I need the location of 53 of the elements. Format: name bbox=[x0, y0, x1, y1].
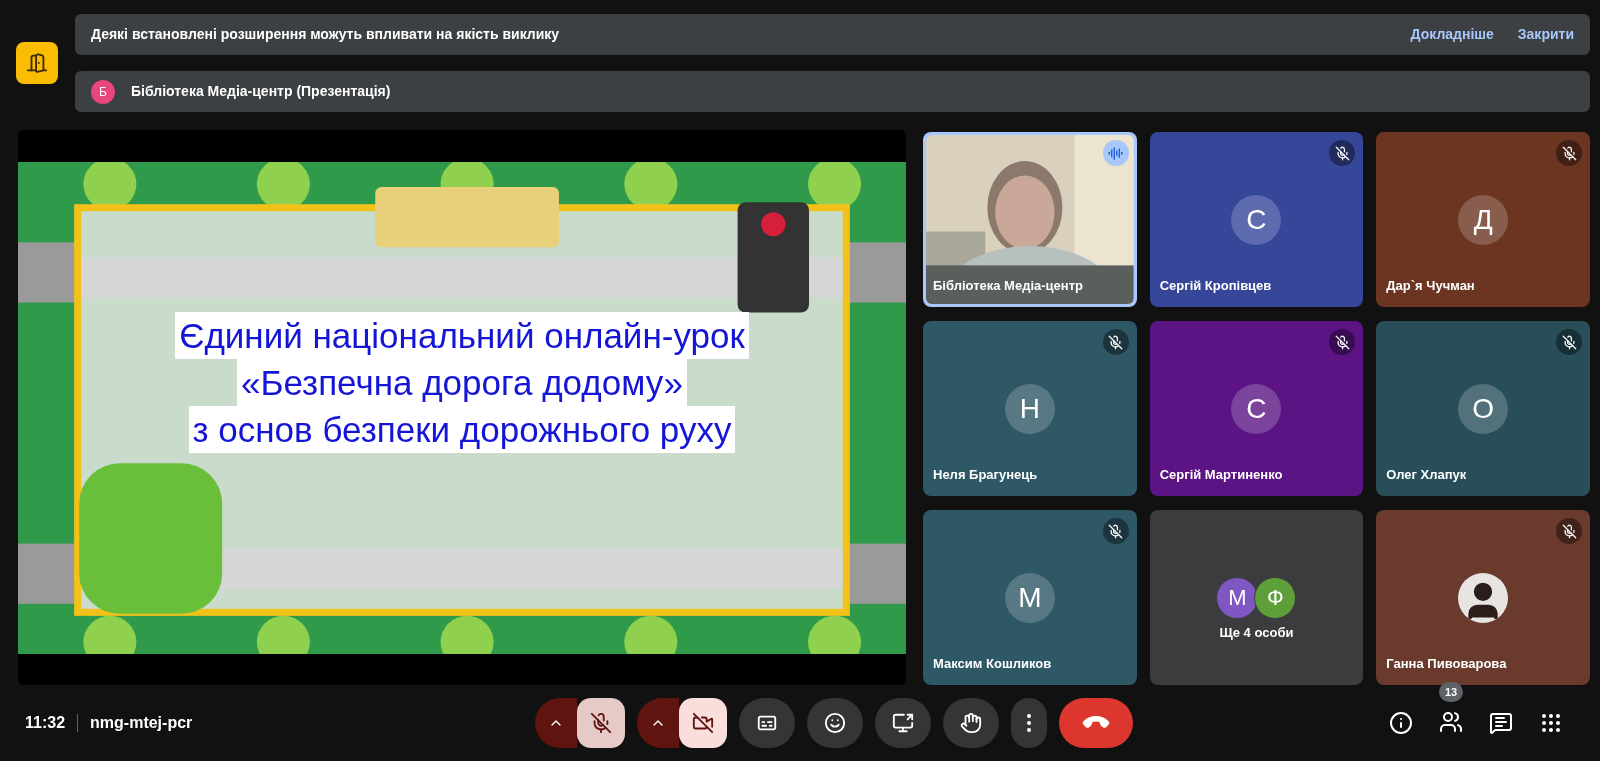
screen-share-icon bbox=[892, 712, 914, 734]
more-participants-label: Ще 4 особи bbox=[1219, 623, 1294, 642]
meeting-time: 11:32 bbox=[25, 713, 66, 733]
more-options-button[interactable] bbox=[1011, 698, 1047, 748]
presenter-avatar: Б bbox=[91, 79, 115, 104]
present-screen-button[interactable] bbox=[875, 698, 931, 748]
avatar-initial: Ф bbox=[1254, 576, 1297, 619]
participant-name: Сергій Кропівцев bbox=[1159, 276, 1272, 295]
door-icon[interactable] bbox=[16, 42, 58, 84]
camera-off-icon bbox=[692, 712, 714, 734]
raise-hand-button[interactable] bbox=[943, 698, 999, 748]
more-participants-tile[interactable]: М Ф Ще 4 особи bbox=[1149, 510, 1364, 685]
meeting-code: nmg-mtej-pcr bbox=[90, 713, 193, 733]
muted-mic-glyph bbox=[1561, 523, 1577, 539]
muted-mic-glyph bbox=[1108, 523, 1124, 539]
apps-grid-icon bbox=[1539, 711, 1563, 735]
notice-action-link[interactable]: Докладніше bbox=[1410, 24, 1494, 45]
participant-name: Дар`я Чучман bbox=[1386, 276, 1475, 295]
microphone-toggle-button[interactable] bbox=[577, 698, 625, 748]
participant-name: Ганна Пивоварова bbox=[1386, 654, 1507, 673]
muted-microphone-icon bbox=[590, 712, 612, 734]
people-icon bbox=[1439, 710, 1463, 734]
participant-count-badge: 13 bbox=[1438, 682, 1464, 702]
hand-icon bbox=[960, 712, 982, 734]
camera-toggle-button[interactable] bbox=[679, 698, 727, 748]
avatar-initial: С bbox=[1231, 383, 1282, 434]
muted-mic-glyph bbox=[1561, 145, 1577, 161]
avatar-initial: Н bbox=[1004, 383, 1055, 434]
presenter-text: Бібліотека Медіа-центр (Презентація) bbox=[131, 82, 391, 101]
door-glyph bbox=[26, 52, 48, 74]
muted-mic-glyph bbox=[1561, 334, 1577, 350]
participant-name: Олег Хлапук bbox=[1386, 465, 1467, 484]
avatar-initial: Д bbox=[1458, 194, 1509, 245]
participant-name: Бібліотека Медіа-центр bbox=[933, 276, 1083, 295]
muted-mic-glyph bbox=[1108, 334, 1124, 350]
muted-mic-glyph bbox=[1334, 145, 1350, 161]
notice-text: Деякі встановлені розширення можуть впливати на якість виклику bbox=[91, 25, 561, 44]
emoji-button[interactable] bbox=[807, 698, 863, 748]
chat-icon bbox=[1489, 711, 1513, 735]
avatar-initial: М bbox=[1004, 572, 1055, 623]
avatar-initial: О bbox=[1458, 383, 1509, 434]
notice-action-link[interactable]: Закрити bbox=[1517, 24, 1574, 45]
sound-wave-glyph bbox=[1108, 145, 1124, 161]
participant-name: Максим Кошликов bbox=[933, 654, 1052, 673]
muted-mic-glyph bbox=[1334, 334, 1350, 350]
info-icon bbox=[1389, 711, 1413, 735]
smiley-icon bbox=[824, 712, 846, 734]
end-call-button[interactable] bbox=[1059, 698, 1133, 748]
captions-button[interactable] bbox=[739, 698, 795, 748]
participant-name: Неля Брагунець bbox=[933, 465, 1038, 484]
avatar-initial: С bbox=[1231, 194, 1282, 245]
participant-name: Сергій Мартиненко bbox=[1159, 465, 1283, 484]
more-icon bbox=[1027, 714, 1031, 732]
